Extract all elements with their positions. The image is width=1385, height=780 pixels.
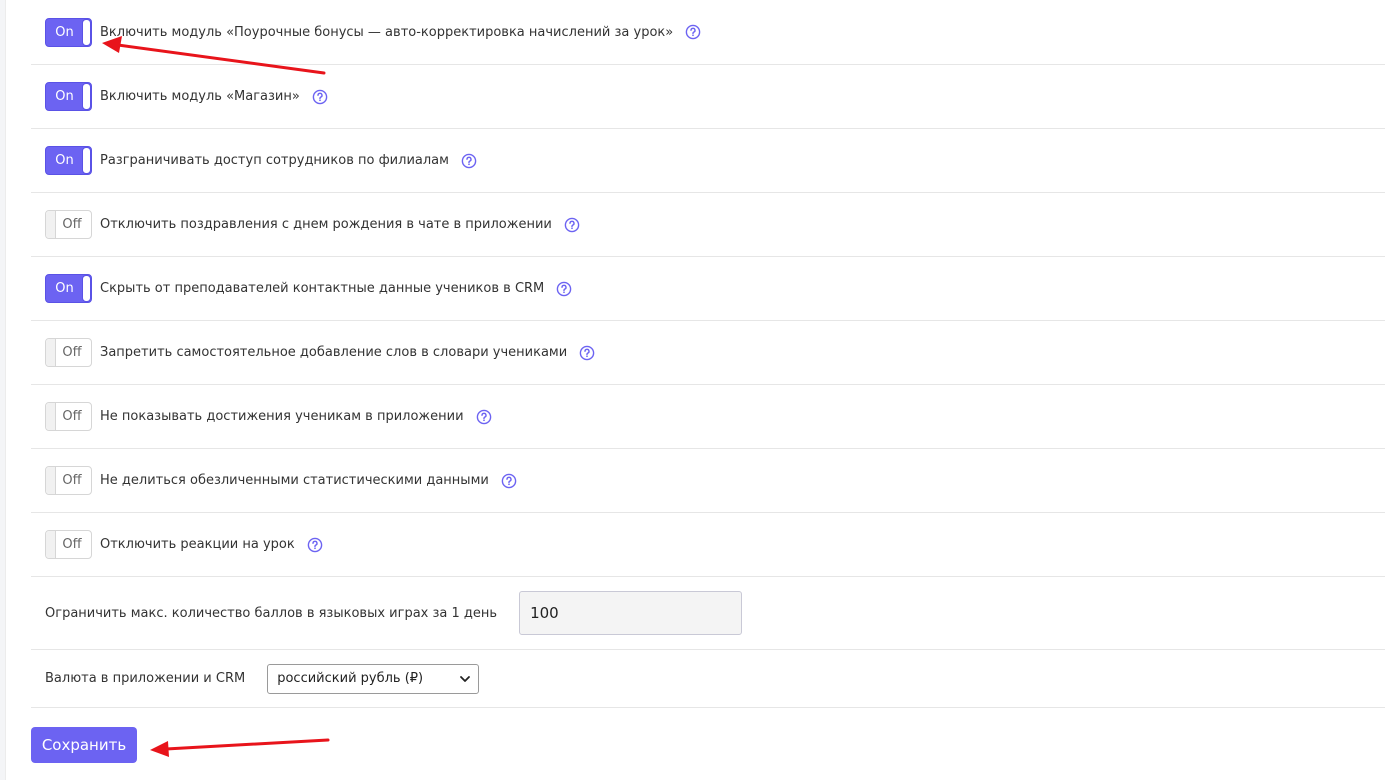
setting-label: Разграничивать доступ сотрудников по фил…: [100, 153, 449, 168]
setting-row-shop: On Включить модуль «Магазин»: [31, 65, 1385, 129]
setting-row-dictionary-words: Off Запретить самостоятельное добавление…: [31, 321, 1385, 385]
left-panel-edge: [0, 0, 6, 780]
help-circle-icon[interactable]: [461, 153, 477, 169]
toggle-branch-access[interactable]: On: [45, 146, 92, 175]
toggle-lesson-bonuses[interactable]: On: [45, 17, 92, 47]
settings-page: On Включить модуль «Поурочные бонусы — а…: [0, 0, 1385, 780]
currency-label: Валюта в приложении и CRM: [45, 671, 246, 686]
toggle-hide-contacts[interactable]: On: [45, 274, 92, 303]
help-circle-icon[interactable]: [685, 24, 701, 40]
help-circle-icon[interactable]: [501, 473, 517, 489]
toggle-state-label: Off: [62, 345, 82, 360]
save-area: Сохранить: [31, 708, 1385, 763]
toggle-state-label: On: [55, 281, 74, 296]
settings-list: On Включить модуль «Поурочные бонусы — а…: [31, 0, 1385, 763]
setting-row-max-points: Ограничить макс. количество баллов в язы…: [31, 577, 1385, 650]
toggle-achievements[interactable]: Off: [45, 402, 92, 431]
save-button[interactable]: Сохранить: [31, 727, 137, 763]
currency-selected-value: российский рубль (₽): [277, 670, 424, 686]
toggle-state-label: On: [55, 89, 74, 104]
toggle-anonymous-stats[interactable]: Off: [45, 466, 92, 495]
toggle-knob: [82, 18, 91, 46]
setting-row-currency: Валюта в приложении и CRM российский руб…: [31, 650, 1385, 708]
setting-row-branch-access: On Разграничивать доступ сотрудников по …: [31, 129, 1385, 193]
toggle-state-label: Off: [62, 409, 82, 424]
toggle-knob: [82, 275, 91, 302]
toggle-knob: [82, 147, 91, 174]
currency-select[interactable]: российский рубль (₽): [267, 663, 480, 694]
chevron-down-icon: [460, 675, 471, 682]
setting-row-lesson-bonuses: On Включить модуль «Поурочные бонусы — а…: [31, 0, 1385, 65]
setting-label: Скрыть от преподавателей контактные данн…: [100, 281, 545, 296]
toggle-birthday-greetings[interactable]: Off: [45, 210, 92, 239]
max-points-input[interactable]: [519, 591, 743, 635]
setting-row-anonymous-stats: Off Не делиться обезличенными статистиче…: [31, 449, 1385, 513]
help-circle-icon[interactable]: [312, 89, 328, 105]
setting-label: Не показывать достижения ученикам в прил…: [100, 409, 464, 424]
help-circle-icon[interactable]: [307, 537, 323, 553]
setting-row-birthday-greetings: Off Отключить поздравления с днем рожден…: [31, 193, 1385, 257]
help-circle-icon[interactable]: [556, 281, 572, 297]
setting-label: Включить модуль «Поурочные бонусы — авто…: [100, 24, 674, 40]
setting-row-hide-contacts: On Скрыть от преподавателей контактные д…: [31, 257, 1385, 321]
help-circle-icon[interactable]: [564, 217, 580, 233]
toggle-shop[interactable]: On: [45, 82, 92, 111]
help-circle-icon[interactable]: [476, 409, 492, 425]
setting-label: Не делиться обезличенными статистическим…: [100, 473, 489, 488]
toggle-lesson-reactions[interactable]: Off: [45, 530, 92, 559]
toggle-state-label: On: [55, 24, 74, 40]
toggle-state-label: Off: [62, 473, 82, 488]
max-points-label: Ограничить макс. количество баллов в язы…: [45, 605, 498, 621]
setting-label: Включить модуль «Магазин»: [100, 89, 300, 104]
setting-row-lesson-reactions: Off Отключить реакции на урок: [31, 513, 1385, 577]
setting-row-achievements: Off Не показывать достижения ученикам в …: [31, 385, 1385, 449]
toggle-state-label: Off: [62, 217, 82, 232]
toggle-dictionary-words[interactable]: Off: [45, 338, 92, 367]
help-circle-icon[interactable]: [579, 345, 595, 361]
setting-label: Запретить самостоятельное добавление сло…: [100, 345, 568, 360]
toggle-state-label: On: [55, 153, 74, 168]
setting-label: Отключить реакции на урок: [100, 537, 295, 552]
toggle-knob: [82, 83, 91, 110]
setting-label: Отключить поздравления с днем рождения в…: [100, 217, 552, 232]
toggle-state-label: Off: [62, 537, 82, 552]
